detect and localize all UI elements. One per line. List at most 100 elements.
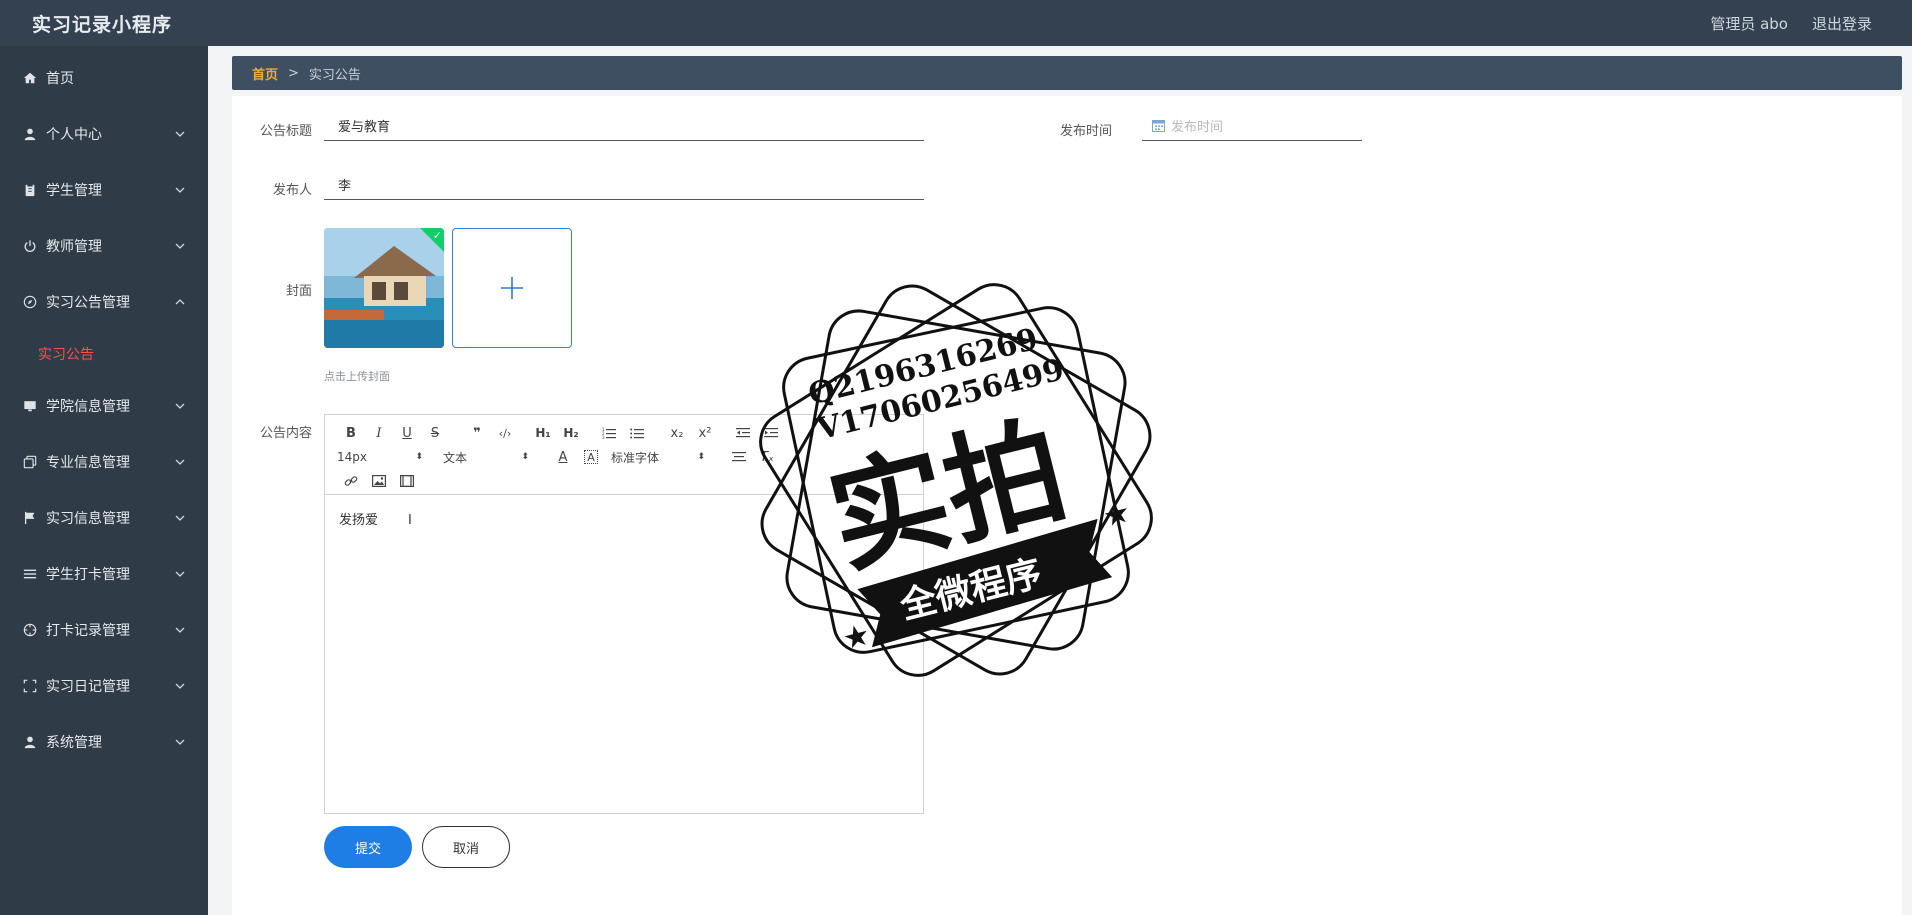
code-block-button[interactable]: ‹/› <box>491 423 519 443</box>
chevron-down-icon <box>174 240 186 252</box>
publish-time-placeholder: 发布时间 <box>1171 120 1224 135</box>
sidebar-item-college-management[interactable]: 学院信息管理 <box>0 378 208 434</box>
chevron-up-icon <box>174 296 186 308</box>
breadcrumb: 首页 > 实习公告 <box>232 56 1902 90</box>
editor-text: 发扬爱 <box>339 513 379 528</box>
sidebar-item-home[interactable]: 首页 <box>0 50 208 106</box>
sidebar-item-label: 实习日记管理 <box>46 679 130 695</box>
calendar-icon <box>1152 119 1165 132</box>
list-icon <box>22 566 38 582</box>
italic-button[interactable]: I <box>365 423 393 443</box>
content-label: 公告内容 <box>259 426 312 441</box>
font-family-select[interactable]: 标准字体 ⬍ <box>611 449 705 466</box>
sidebar-item-label: 实习公告管理 <box>46 295 130 311</box>
strike-button[interactable]: S <box>421 423 449 443</box>
submit-button[interactable]: 提交 <box>324 826 412 868</box>
text-style-value: 文本 <box>443 450 468 465</box>
svg-text:3: 3 <box>602 435 605 439</box>
sidebar-item-notice-management[interactable]: 实习公告管理 <box>0 274 208 330</box>
bold-button[interactable]: B <box>337 423 365 443</box>
sidebar-item-label: 首页 <box>46 71 74 87</box>
breadcrumb-current: 实习公告 <box>308 67 361 83</box>
text-style-select[interactable]: 文本 ⬍ <box>443 449 529 466</box>
ordered-list-icon[interactable]: 123 <box>595 423 623 443</box>
publisher-label: 发布人 <box>272 183 312 198</box>
user-icon <box>22 734 38 750</box>
chevron-down-icon <box>174 568 186 580</box>
sidebar-item-label: 学院信息管理 <box>46 399 130 415</box>
chevron-down-icon <box>174 456 186 468</box>
plus-icon <box>501 277 523 299</box>
breadcrumb-home[interactable]: 首页 <box>252 64 278 83</box>
font-size-value: 14px <box>337 450 367 464</box>
frame-icon <box>22 678 38 694</box>
sidebar-item-label: 实习信息管理 <box>46 511 130 527</box>
chevron-down-icon <box>174 400 186 412</box>
breadcrumb-separator: > <box>288 65 299 81</box>
sidebar-item-teacher-management[interactable]: 教师管理 <box>0 218 208 274</box>
underline-button[interactable]: U <box>393 423 421 443</box>
text-color-button[interactable]: A <box>549 447 577 467</box>
sidebar-item-checkin-records[interactable]: 打卡记录管理 <box>0 602 208 658</box>
blockquote-button[interactable]: ❞ <box>463 423 491 443</box>
superscript-button[interactable]: x² <box>691 423 719 443</box>
sidebar-item-major-management[interactable]: 专业信息管理 <box>0 434 208 490</box>
cancel-button[interactable]: 取消 <box>422 826 510 868</box>
heading2-button[interactable]: H₂ <box>557 423 585 443</box>
clipboard-icon <box>22 182 38 198</box>
sidebar-item-diary-management[interactable]: 实习日记管理 <box>0 658 208 714</box>
font-family-value: 标准字体 <box>611 450 660 465</box>
sidebar-item-label: 学生管理 <box>46 183 102 199</box>
sidebar-item-label: 学生打卡管理 <box>46 567 130 583</box>
subscript-button[interactable]: x₂ <box>663 423 691 443</box>
link-icon[interactable] <box>337 471 365 491</box>
sidebar-item-label: 个人中心 <box>46 127 102 143</box>
title-input[interactable]: 爱与教育 <box>324 111 924 141</box>
image-icon[interactable] <box>365 471 393 491</box>
title-label: 公告标题 <box>259 124 312 139</box>
publish-time-label: 发布时间 <box>1059 124 1112 139</box>
user-icon <box>22 126 38 142</box>
chevron-down-icon <box>174 736 186 748</box>
admin-user-label[interactable]: 管理员 abo <box>1710 13 1788 34</box>
background-color-button[interactable]: A <box>584 450 598 464</box>
cover-label: 封面 <box>285 284 312 299</box>
watermark-stamp: Q2196316269 V17060256499 实拍 全微程序 ★ ★ <box>759 283 1153 677</box>
chevron-down-icon <box>174 624 186 636</box>
publisher-input[interactable]: 李 <box>324 170 924 200</box>
power-icon <box>22 238 38 254</box>
home-icon <box>22 70 38 86</box>
check-icon: ✓ <box>432 229 442 242</box>
sidebar-item-personal-center[interactable]: 个人中心 <box>0 106 208 162</box>
chevron-down-icon <box>174 128 186 140</box>
sidebar-item-label: 教师管理 <box>46 239 102 255</box>
flag-icon <box>22 510 38 526</box>
sidebar-item-system-management[interactable]: 系统管理 <box>0 714 208 770</box>
compass-icon <box>22 294 38 310</box>
heading1-button[interactable]: H₁ <box>529 423 557 443</box>
font-size-select[interactable]: 14px ⬍ <box>337 450 423 464</box>
cover-image[interactable]: ✓ <box>324 228 444 348</box>
video-icon[interactable] <box>393 471 421 491</box>
app-title: 实习记录小程序 <box>32 13 173 36</box>
copy-icon <box>22 454 38 470</box>
star-icon: ★ <box>1099 494 1134 534</box>
sidebar: 首页 个人中心 学生管理 教师管理 实习公告管理 实习公告 学院信息管理 专业信… <box>0 46 208 915</box>
logout-button[interactable]: 退出登录 <box>1812 13 1872 34</box>
bullet-list-icon[interactable] <box>623 423 651 443</box>
sidebar-item-checkin-management[interactable]: 学生打卡管理 <box>0 546 208 602</box>
chevron-down-icon <box>174 680 186 692</box>
sidebar-item-label: 系统管理 <box>46 735 102 751</box>
monitor-icon <box>22 398 38 414</box>
sidebar-item-student-management[interactable]: 学生管理 <box>0 162 208 218</box>
select-arrow-icon: ⬍ <box>415 452 423 462</box>
chevron-down-icon <box>174 512 186 524</box>
sidebar-item-label: 打卡记录管理 <box>46 623 130 639</box>
publish-time-input[interactable]: 发布时间 <box>1142 111 1362 141</box>
top-right-actions: 管理员 abo 退出登录 <box>1710 0 1872 46</box>
sidebar-item-label: 专业信息管理 <box>46 455 130 471</box>
sidebar-item-internship-management[interactable]: 实习信息管理 <box>0 490 208 546</box>
select-arrow-icon: ⬍ <box>521 452 529 462</box>
upload-cover-button[interactable] <box>452 228 572 348</box>
sidebar-subitem-notice[interactable]: 实习公告 <box>0 330 208 378</box>
